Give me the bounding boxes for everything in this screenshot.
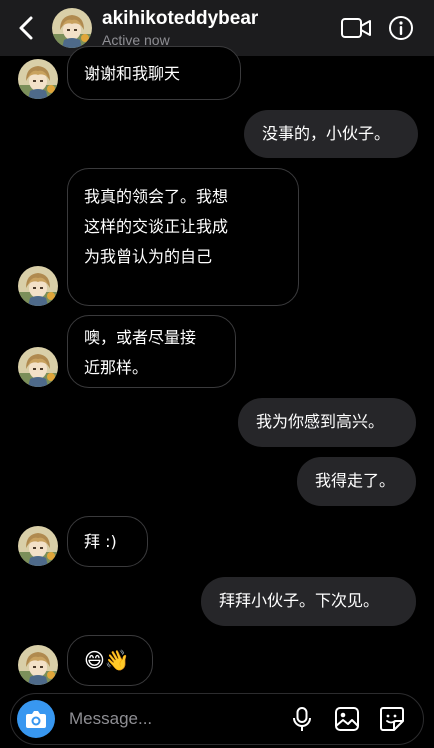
video-call-icon[interactable] xyxy=(340,16,372,40)
avatar[interactable] xyxy=(52,8,92,48)
gallery-icon[interactable] xyxy=(333,705,361,733)
message-bubble-outgoing[interactable]: 我得走了。 xyxy=(297,457,416,506)
message-bubble-outgoing[interactable]: 没事的，小伙子。 xyxy=(244,110,418,158)
avatar[interactable] xyxy=(18,347,58,387)
camera-button[interactable] xyxy=(17,700,55,738)
contact-username[interactable]: akihikoteddybear xyxy=(102,8,258,30)
back-arrow-icon[interactable] xyxy=(14,14,40,42)
camera-icon xyxy=(26,711,46,728)
message-bubble-incoming[interactable]: 谢谢和我聊天 xyxy=(67,46,241,100)
info-icon[interactable] xyxy=(388,15,414,41)
message-bubble-incoming[interactable]: 我真的领会了。我想 这样的交谈正让我成 为我曾认为的自己 xyxy=(67,168,299,306)
message-composer: Message... xyxy=(10,693,424,745)
avatar[interactable] xyxy=(18,59,58,99)
message-bubble-incoming[interactable]: 😄👋 xyxy=(67,635,153,686)
microphone-icon[interactable] xyxy=(288,705,316,733)
avatar[interactable] xyxy=(18,645,58,685)
message-bubble-outgoing[interactable]: 我为你感到高兴。 xyxy=(238,398,416,447)
avatar[interactable] xyxy=(18,266,58,306)
avatar[interactable] xyxy=(18,526,58,566)
message-bubble-incoming[interactable]: 噢，或者尽量接 近那样。 xyxy=(67,315,236,388)
message-bubble-incoming[interactable]: 拜 :) xyxy=(67,516,148,567)
message-bubble-outgoing[interactable]: 拜拜小伙子。下次见。 xyxy=(201,577,416,626)
sticker-icon[interactable] xyxy=(378,705,406,733)
message-input[interactable]: Message... xyxy=(69,709,152,729)
